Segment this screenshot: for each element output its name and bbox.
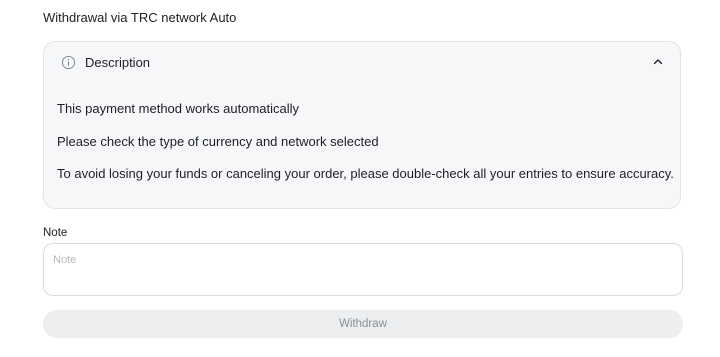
- description-line: To avoid losing your funds or canceling …: [57, 166, 674, 181]
- description-panel: Description This payment method works au…: [43, 41, 681, 209]
- description-panel-header[interactable]: Description: [44, 42, 680, 84]
- withdrawal-form: Withdrawal via TRC network Auto Descript…: [0, 0, 720, 357]
- note-label: Note: [43, 227, 68, 239]
- description-line: Please check the type of currency and ne…: [57, 134, 379, 149]
- note-input[interactable]: [43, 243, 683, 296]
- chevron-up-icon[interactable]: [652, 56, 664, 68]
- page-title: Withdrawal via TRC network Auto: [43, 10, 237, 25]
- withdraw-button[interactable]: Withdraw: [43, 310, 683, 338]
- description-title: Description: [85, 55, 151, 70]
- info-icon: [61, 55, 76, 70]
- description-line: This payment method works automatically: [57, 101, 300, 116]
